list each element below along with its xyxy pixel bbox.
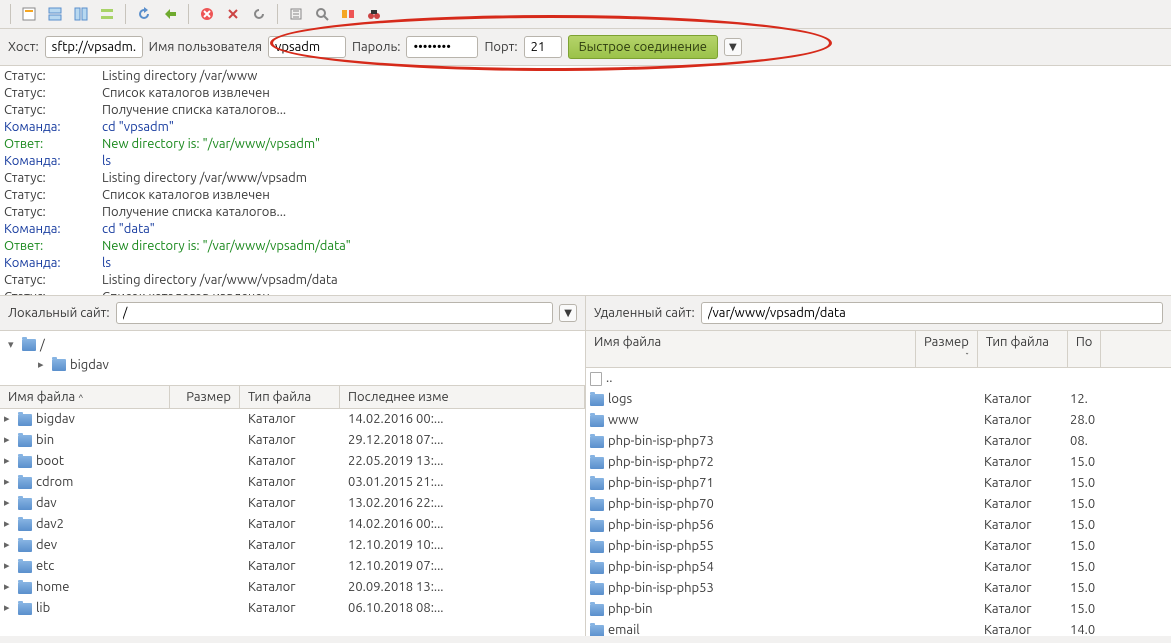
list-item[interactable]: ▸dav2Каталог14.02.2016 00:... — [0, 514, 585, 535]
user-label: Имя пользователя — [149, 40, 262, 54]
list-item[interactable]: logsКаталог12. — [586, 389, 1171, 410]
port-label: Порт: — [484, 40, 517, 54]
filter-icon[interactable] — [286, 4, 306, 24]
sitemanager-icon[interactable] — [19, 4, 39, 24]
list-item[interactable]: php-bin-isp-php73Каталог08. — [586, 431, 1171, 452]
list-item[interactable]: ▸bootКаталог22.05.2019 13:... — [0, 451, 585, 472]
col-mod[interactable]: Последнее изме — [340, 386, 585, 408]
local-path-dropdown[interactable]: ▼ — [559, 304, 577, 322]
remote-path-input[interactable] — [701, 302, 1163, 324]
file-panes: ▾ / ▸ bigdav Имя файла ^ Размер Тип файла … — [0, 331, 1171, 636]
binoculars-icon[interactable] — [364, 4, 384, 24]
list-item[interactable]: ▸etcКаталог12.10.2019 07:... — [0, 556, 585, 577]
local-path-input[interactable] — [116, 302, 554, 324]
host-input[interactable] — [45, 36, 143, 58]
tree-item[interactable]: bigdav — [70, 355, 109, 375]
list-item[interactable]: php-bin-isp-php71Каталог15.0 — [586, 473, 1171, 494]
path-bars: Локальный сайт: ▼ Удаленный сайт: — [0, 296, 1171, 331]
list-item[interactable]: php-bin-isp-php55Каталог15.0 — [586, 536, 1171, 557]
col-type[interactable]: Тип файла — [978, 331, 1068, 367]
local-path-panel: Локальный сайт: ▼ — [0, 296, 586, 330]
list-item[interactable]: .. — [586, 368, 1171, 389]
folder-icon — [52, 359, 66, 371]
process-queue-icon[interactable] — [160, 4, 180, 24]
list-item[interactable]: ▸homeКаталог20.09.2018 13:... — [0, 577, 585, 598]
tree-collapse-icon[interactable]: ▾ — [8, 335, 18, 355]
remote-path-panel: Удаленный сайт: — [586, 296, 1171, 330]
pass-label: Пароль: — [352, 40, 400, 54]
reconnect-icon[interactable] — [249, 4, 269, 24]
list-item[interactable]: php-bin-isp-php70Каталог15.0 — [586, 494, 1171, 515]
list-item[interactable]: php-bin-isp-php54Каталог15.0 — [586, 557, 1171, 578]
toggle-log-icon[interactable] — [45, 4, 65, 24]
local-path-label: Локальный сайт: — [8, 306, 110, 320]
col-name[interactable]: Имя файла ^ — [0, 386, 170, 408]
local-tree[interactable]: ▾ / ▸ bigdav — [0, 331, 585, 386]
remote-path-label: Удаленный сайт: — [594, 306, 695, 320]
list-item[interactable]: wwwКаталог28.0 — [586, 410, 1171, 431]
list-item[interactable]: ▸cdromКаталог03.01.2015 21:... — [0, 472, 585, 493]
pass-input[interactable] — [406, 36, 478, 58]
search-icon[interactable] — [312, 4, 332, 24]
list-item[interactable]: ▸binКаталог29.12.2018 07:... — [0, 430, 585, 451]
port-input[interactable] — [524, 36, 562, 58]
list-item[interactable]: emailКаталог14.0 — [586, 620, 1171, 636]
col-type[interactable]: Тип файла — [240, 386, 340, 408]
col-size[interactable]: Размер — [170, 386, 240, 408]
remote-file-list[interactable]: ..logsКаталог12.wwwКаталог28.0php-bin-is… — [586, 368, 1171, 636]
list-item[interactable]: ▸davКаталог13.02.2016 22:... — [0, 493, 585, 514]
host-label: Хост: — [8, 40, 39, 54]
quickconnect-bar: Хост: Имя пользователя Пароль: Порт: Быс… — [0, 29, 1171, 66]
separator — [277, 4, 278, 24]
remote-file-header: Имя файла Размер ˇ Тип файла По — [586, 331, 1171, 368]
tree-expand-icon[interactable]: ▸ — [38, 355, 48, 375]
refresh-icon[interactable] — [134, 4, 154, 24]
quickconnect-dropdown[interactable]: ▼ — [724, 38, 742, 56]
folder-icon — [22, 339, 36, 351]
col-name[interactable]: Имя файла — [586, 331, 916, 367]
separator — [125, 4, 126, 24]
sort-asc-icon: ^ — [78, 393, 83, 403]
quickconnect-button[interactable]: Быстрое соединение — [568, 35, 718, 59]
user-input[interactable] — [268, 36, 346, 58]
col-size[interactable]: Размер ˇ — [916, 331, 978, 367]
list-item[interactable]: ▸libКаталог06.10.2018 08:... — [0, 598, 585, 619]
compare-icon[interactable] — [338, 4, 358, 24]
local-file-header: Имя файла ^ Размер Тип файла Последнее и… — [0, 386, 585, 409]
sort-desc-icon: ˇ — [965, 352, 968, 362]
list-item[interactable]: php-bin-isp-php72Каталог15.0 — [586, 452, 1171, 473]
separator — [10, 4, 11, 24]
list-item[interactable]: ▸devКаталог12.10.2019 10:... — [0, 535, 585, 556]
disconnect-icon[interactable] — [223, 4, 243, 24]
remote-pane: Имя файла Размер ˇ Тип файла По ..logsКа… — [586, 331, 1171, 636]
local-pane: ▾ / ▸ bigdav Имя файла ^ Размер Тип файла … — [0, 331, 586, 636]
col-mod[interactable]: По — [1068, 331, 1102, 367]
toggle-tree-icon[interactable] — [71, 4, 91, 24]
separator — [188, 4, 189, 24]
toggle-queue-icon[interactable] — [97, 4, 117, 24]
message-log: Статус:Listing directory /var/wwwСтатус:… — [0, 66, 1171, 296]
local-file-list[interactable]: ▸bigdavКаталог14.02.2016 00:...▸binКатал… — [0, 409, 585, 636]
list-item[interactable]: ▸bigdavКаталог14.02.2016 00:... — [0, 409, 585, 430]
tree-root[interactable]: / — [40, 335, 45, 355]
list-item[interactable]: php-bin-isp-php53Каталог15.0 — [586, 578, 1171, 599]
main-toolbar — [0, 0, 1171, 29]
cancel-icon[interactable] — [197, 4, 217, 24]
list-item[interactable]: php-bin-isp-php56Каталог15.0 — [586, 515, 1171, 536]
list-item[interactable]: php-binКаталог15.0 — [586, 599, 1171, 620]
